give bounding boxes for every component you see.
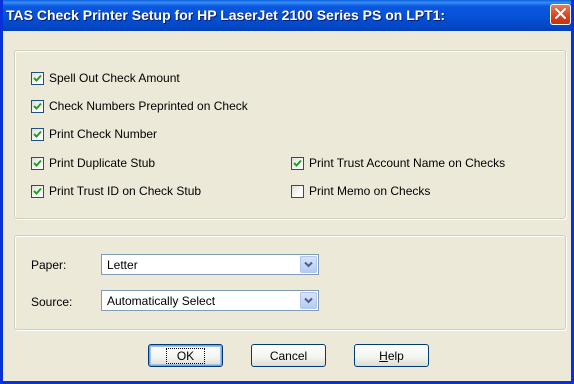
source-dropdown-button[interactable] bbox=[300, 292, 317, 309]
check-mark-icon bbox=[293, 159, 302, 167]
ok-button[interactable]: OK bbox=[148, 344, 223, 367]
help-button-label-rest: elp bbox=[387, 348, 404, 363]
checkbox-label: Print Memo on Checks bbox=[309, 184, 431, 198]
source-select-value: Automatically Select bbox=[107, 294, 216, 308]
check-mark-icon bbox=[33, 102, 42, 110]
source-select[interactable]: Automatically Select bbox=[101, 290, 319, 311]
help-button[interactable]: Help bbox=[354, 344, 429, 367]
cancel-button-label: Cancel bbox=[269, 348, 308, 363]
checkbox-box[interactable] bbox=[31, 184, 44, 198]
paper-source-group bbox=[14, 235, 566, 330]
chevron-down-icon bbox=[304, 297, 313, 304]
checkbox-print-number[interactable]: Print Check Number bbox=[31, 126, 157, 142]
checkbox-box[interactable] bbox=[291, 156, 304, 170]
paper-select-value: Letter bbox=[107, 258, 138, 272]
checkbox-preprinted[interactable]: Check Numbers Preprinted on Check bbox=[31, 98, 248, 114]
paper-dropdown-button[interactable] bbox=[300, 256, 317, 273]
checkbox-duplicate-stub[interactable]: Print Duplicate Stub bbox=[31, 155, 155, 171]
checkbox-trust-account-name[interactable]: Print Trust Account Name on Checks bbox=[291, 155, 505, 171]
checkbox-box[interactable] bbox=[31, 71, 44, 85]
checkbox-label: Print Trust ID on Check Stub bbox=[49, 184, 202, 198]
check-mark-icon bbox=[33, 187, 42, 195]
help-button-label: Help bbox=[379, 349, 404, 363]
check-mark-icon bbox=[33, 74, 42, 82]
source-label: Source: bbox=[31, 295, 73, 309]
checkbox-box[interactable] bbox=[31, 156, 44, 170]
checkbox-spell-out[interactable]: Spell Out Check Amount bbox=[31, 70, 180, 86]
cancel-button[interactable]: Cancel bbox=[251, 344, 326, 367]
help-mnemonic: H bbox=[379, 348, 388, 363]
dialog-window: TAS Check Printer Setup for HP LaserJet … bbox=[0, 0, 574, 384]
checkbox-box[interactable] bbox=[291, 184, 304, 198]
close-x-icon bbox=[554, 6, 567, 24]
checkbox-label: Spell Out Check Amount bbox=[49, 71, 180, 85]
checkbox-label: Check Numbers Preprinted on Check bbox=[49, 99, 248, 113]
ok-button-label: OK bbox=[165, 347, 206, 364]
chevron-down-icon bbox=[304, 261, 313, 268]
window-title: TAS Check Printer Setup for HP LaserJet … bbox=[6, 7, 446, 23]
paper-label: Paper: bbox=[31, 258, 67, 272]
checkbox-box[interactable] bbox=[31, 99, 44, 113]
checkbox-trust-id[interactable]: Print Trust ID on Check Stub bbox=[31, 183, 201, 199]
checkbox-label: Print Trust Account Name on Checks bbox=[309, 156, 506, 170]
close-button[interactable] bbox=[550, 4, 571, 25]
check-mark-icon bbox=[33, 130, 42, 138]
check-mark-icon bbox=[33, 159, 42, 167]
checkbox-label: Print Duplicate Stub bbox=[49, 156, 156, 170]
title-bar[interactable]: TAS Check Printer Setup for HP LaserJet … bbox=[3, 0, 571, 31]
checkbox-label: Print Check Number bbox=[49, 127, 158, 141]
checkbox-box[interactable] bbox=[31, 127, 44, 141]
paper-select[interactable]: Letter bbox=[101, 254, 319, 275]
checkbox-memo[interactable]: Print Memo on Checks bbox=[291, 183, 430, 199]
